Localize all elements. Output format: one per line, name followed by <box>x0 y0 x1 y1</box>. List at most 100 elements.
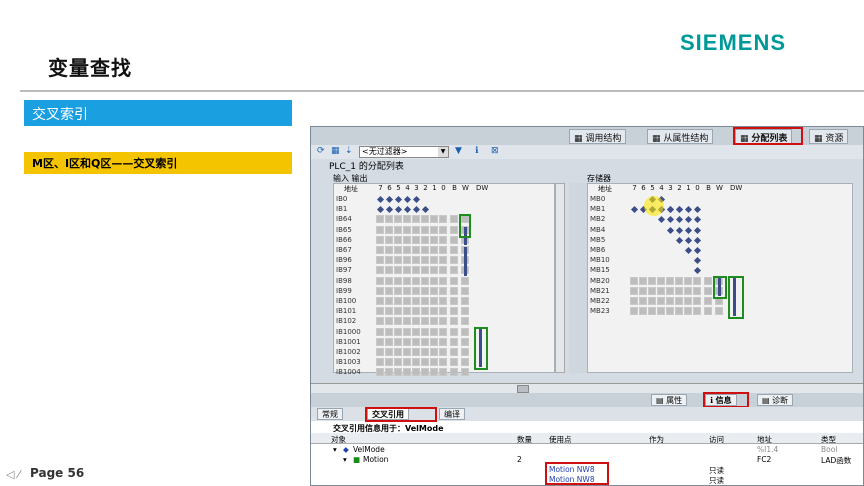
slide: 变量查找 SIEMENS 交叉索引 M区、I区和Q区——交叉索引 ◁ ⁄ Pag… <box>0 0 864 486</box>
filter-icon[interactable]: ▼ <box>455 146 462 156</box>
tab-dependency-structure[interactable]: ▦ 从属性结构 <box>647 129 714 144</box>
grid-cell <box>630 286 638 295</box>
grid-cell <box>461 297 469 305</box>
grid-cell <box>450 317 458 326</box>
scroll-thumb[interactable] <box>517 385 529 393</box>
plc-title: PLC_1 的分配列表 <box>329 162 404 172</box>
grid-cell <box>376 266 384 275</box>
grid-cell <box>376 348 384 356</box>
grid-cell <box>430 215 438 224</box>
table-row[interactable]: ▾ ◆ VelMode %I1.4 Bool <box>311 444 863 454</box>
refresh-icon[interactable]: ⟳ <box>317 146 325 156</box>
grid-row-address: IB102 <box>336 317 357 326</box>
grid-cell <box>639 307 647 316</box>
grid-cell <box>412 327 420 336</box>
used-bit-marker <box>693 206 702 214</box>
grid-row-address: MB23 <box>590 307 610 316</box>
grid-row-address: MB0 <box>590 195 606 203</box>
xref-object: VelMode <box>353 445 385 454</box>
grid-cell <box>439 276 447 285</box>
grid-cell <box>639 297 647 305</box>
tab-general[interactable]: 常规 <box>317 408 343 420</box>
grid-cell <box>430 327 438 336</box>
tab-diagnostics[interactable]: ▤ 诊断 <box>757 394 794 406</box>
grid-cell <box>403 256 411 265</box>
grid-row-address: IB66 <box>336 235 352 244</box>
grid-cell <box>394 256 402 265</box>
grid-cell <box>630 297 638 305</box>
input-grid: 地址 7 6 5 4 3 2 1 0 B W DW IB0 IB1 IB64 IB65 IB66 IB67 IB96… <box>333 183 555 377</box>
grid-cell <box>421 327 429 336</box>
memory-row-strip <box>569 183 587 373</box>
grid-cell <box>639 286 647 295</box>
used-bit-marker <box>403 206 412 214</box>
grid-cell <box>403 246 411 254</box>
grid-icon[interactable]: ▦ <box>331 146 340 156</box>
grid-header: 7 <box>378 184 383 192</box>
grid-cell <box>412 307 420 316</box>
grid-row-address: MB6 <box>590 246 606 254</box>
grid-cell <box>394 358 402 367</box>
tia-window: ▦ 调用结构 ▦ 从属性结构 ▦ 分配列表 ▦ 资源 ⟳ ▦ ⇣ <无过滤器> ▼… <box>310 126 864 486</box>
export-icon[interactable]: ⊠ <box>491 146 499 156</box>
grid-cell <box>430 307 438 316</box>
siemens-logo: SIEMENS <box>680 30 787 55</box>
grid-cell <box>412 246 420 254</box>
grid-cell <box>450 337 458 346</box>
grid-row-address: MB21 <box>590 286 610 295</box>
grid-cell <box>421 317 429 326</box>
grid-cell <box>385 286 393 295</box>
grid-header: 4 <box>405 184 410 192</box>
grid-cell <box>376 256 384 265</box>
grid-cell <box>630 307 638 316</box>
used-bit-marker <box>385 195 394 204</box>
green-highlight <box>474 326 488 371</box>
grid-header: 5 <box>650 184 655 192</box>
sort-icon[interactable]: ⇣ <box>345 146 353 156</box>
used-bit-marker <box>693 246 702 255</box>
grid-cell <box>704 286 712 295</box>
grid-cell <box>394 307 402 316</box>
grid-header: DW <box>476 184 489 192</box>
grid-cell <box>421 358 429 367</box>
tab-call-structure[interactable]: ▦ 调用结构 <box>569 129 627 144</box>
used-bit-marker <box>376 206 385 214</box>
grid-cell <box>439 266 447 275</box>
input-scrollbar[interactable] <box>555 183 565 373</box>
word-bar <box>464 247 467 276</box>
grid-cell <box>430 276 438 285</box>
page-arrows-icon: ◁ ⁄ <box>6 468 20 481</box>
tab-compile[interactable]: 编译 <box>439 408 465 420</box>
grid-header: 0 <box>695 184 700 192</box>
info-icon[interactable]: ℹ <box>475 146 478 156</box>
expand-icon[interactable]: ▾ <box>333 445 337 454</box>
grid-cell <box>385 337 393 346</box>
expand-icon[interactable]: ▾ <box>343 455 347 464</box>
used-bit-marker <box>693 226 702 234</box>
green-highlight <box>459 214 471 238</box>
used-bit-marker <box>657 216 666 224</box>
grid-cell <box>394 215 402 224</box>
tab-properties[interactable]: ▤ 属性 <box>651 394 688 406</box>
tab-resources[interactable]: ▦ 资源 <box>809 129 849 144</box>
grid-cell <box>403 276 411 285</box>
used-bit-marker <box>675 236 684 244</box>
grid-cell <box>715 307 723 316</box>
grid-cell <box>394 297 402 305</box>
filter-select[interactable]: <无过滤器> ▼ <box>359 146 449 158</box>
grid-header: 5 <box>396 184 401 192</box>
grid-cell <box>403 235 411 244</box>
grid-cell <box>394 348 402 356</box>
grid-cell <box>385 307 393 316</box>
grid-cell <box>684 307 692 316</box>
grid-cell <box>421 215 429 224</box>
grid-cell <box>421 246 429 254</box>
grid-header: 4 <box>659 184 664 192</box>
horizontal-scrollbar[interactable] <box>311 383 863 393</box>
grid-row-address: IB1000 <box>336 327 361 336</box>
grid-cell <box>403 266 411 275</box>
grid-header: 6 <box>387 184 392 192</box>
grid-cell <box>403 297 411 305</box>
grid-row-address: IB0 <box>336 195 348 203</box>
grid-cell <box>376 317 384 326</box>
